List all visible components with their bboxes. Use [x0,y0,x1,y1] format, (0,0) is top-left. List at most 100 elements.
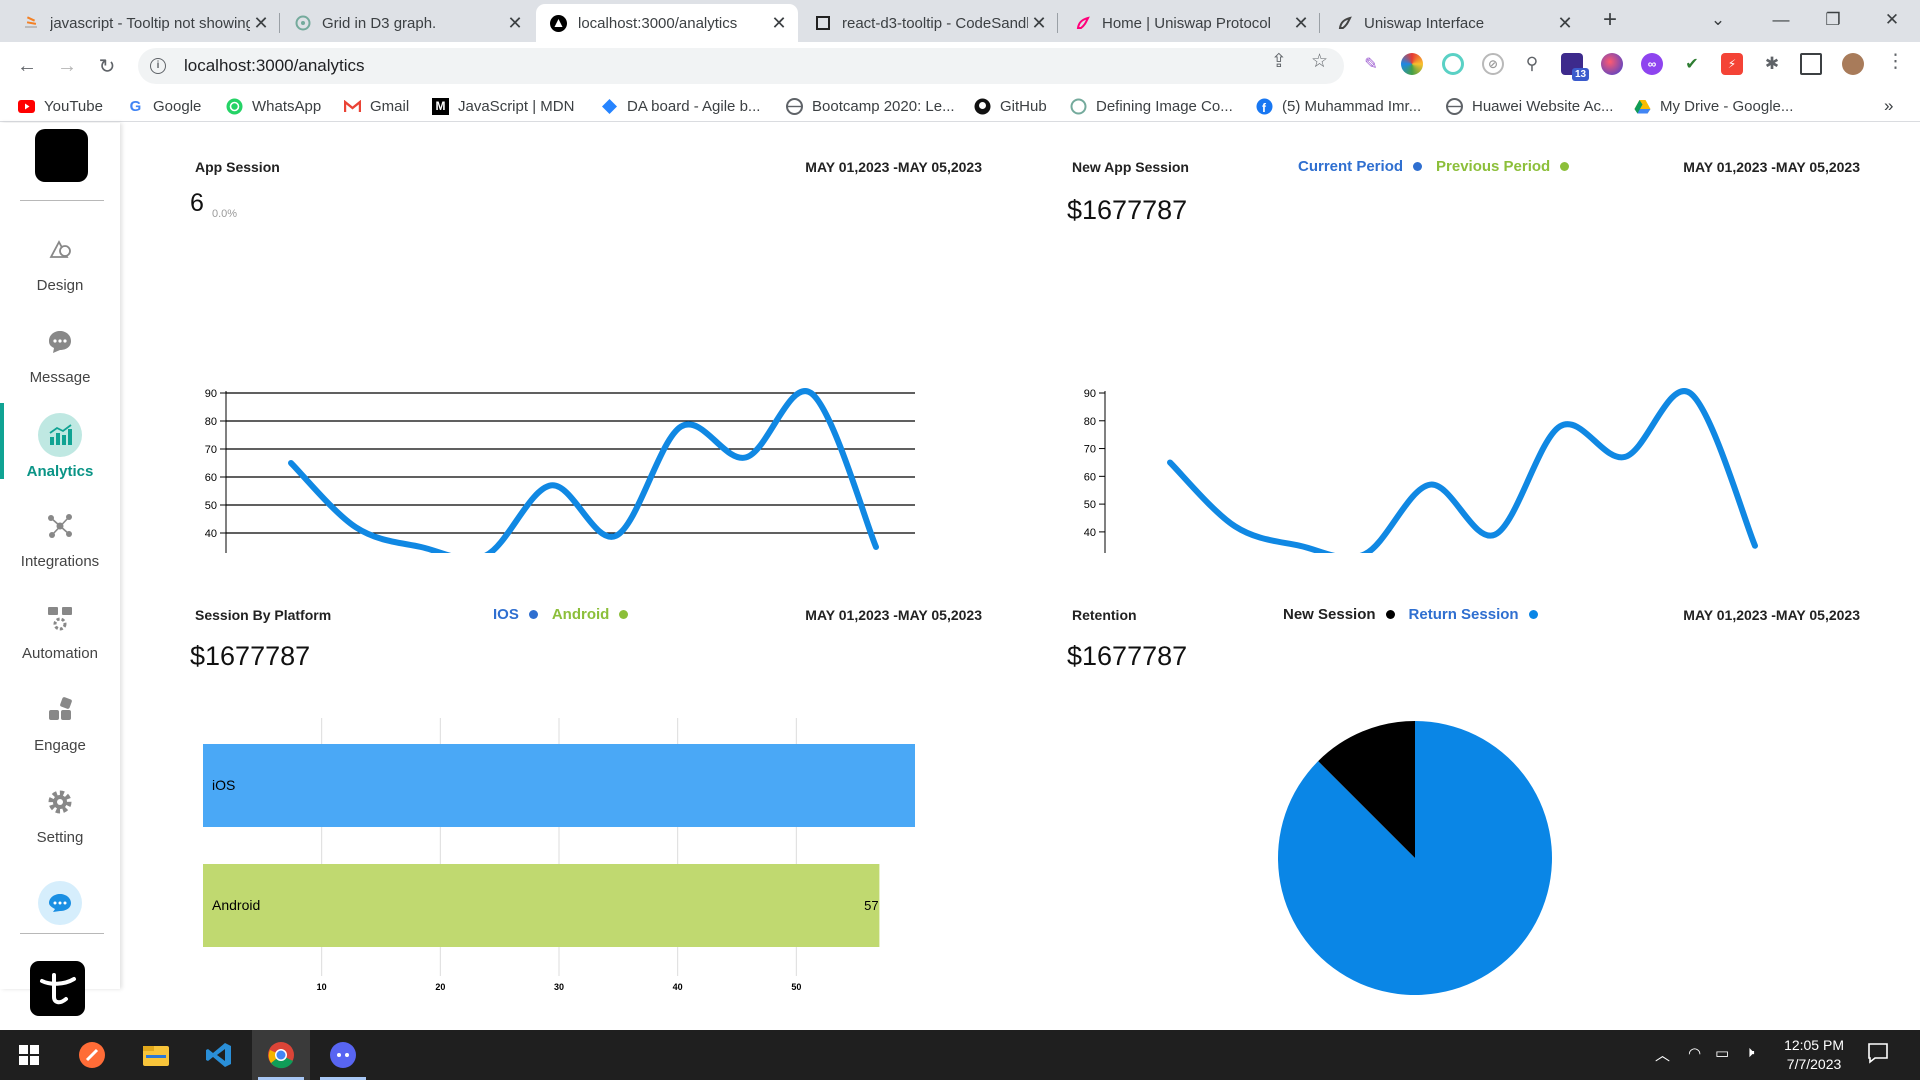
pen-extension-icon[interactable]: ✎ [1360,53,1382,75]
bookmark-youtube[interactable]: YouTube [18,95,103,117]
file-explorer-icon[interactable] [127,1030,185,1080]
bookmarks-bar: YouTube G Google WhatsApp Gmail M JavaScri… [0,90,1920,122]
browser-globe-extension-icon[interactable] [1601,53,1623,75]
tab-title: react-d3-tooltip - CodeSandbox [842,14,1028,32]
address-bar[interactable]: i [138,48,1344,84]
chrome-icon[interactable] [252,1030,310,1080]
tab-uniswap-home[interactable]: Home | Uniswap Protocol ✕ [1060,4,1320,42]
color-picker-extension-icon[interactable] [1401,53,1423,75]
new-tab-button[interactable]: + [1584,0,1636,40]
gear-icon [45,787,75,817]
wifi-icon[interactable]: ◠ [1688,1044,1701,1062]
close-tab-icon[interactable]: ✕ [504,13,526,34]
tab-stackoverflow[interactable]: javascript - Tooltip not showing ✕ [8,4,280,42]
bookmark-star-icon[interactable]: ☆ [1311,50,1328,73]
green-brush-extension-icon[interactable]: ✔ [1681,53,1703,75]
battery-icon[interactable]: ▭ [1715,1044,1729,1062]
bar-ios [203,744,915,827]
site-info-icon[interactable]: i [150,58,166,74]
minimize-button[interactable]: — [1755,0,1807,40]
side-panel-icon[interactable] [1800,53,1822,75]
postman-icon[interactable] [63,1030,121,1080]
series-line [1167,388,1758,553]
bookmark-mdn[interactable]: M JavaScript | MDN [432,95,574,117]
profile-avatar[interactable] [1842,53,1864,75]
close-tab-icon[interactable]: ✕ [1554,13,1576,34]
chat-bubble-button[interactable] [38,881,82,925]
legend-android: Android [551,606,610,623]
more-menu-icon[interactable]: ⋮ [1886,50,1905,73]
back-arrow-icon[interactable]: ← [13,52,41,80]
app-session-title: App Session [195,159,280,175]
clock-date: 7/7/2023 [1786,1056,1842,1072]
compass-extension-icon[interactable]: ⊘ [1482,53,1504,75]
bookmark-github[interactable]: GitHub [974,95,1047,117]
tab-title: Home | Uniswap Protocol [1102,14,1271,32]
tab-title: Grid in D3 graph. [322,14,437,32]
tab-title: Uniswap Interface [1364,14,1485,32]
show-hidden-icons-chevron-icon[interactable]: ︿ [1655,1044,1670,1065]
sidebar-item-engage[interactable]: Engage [0,695,120,775]
sidebar-item-setting[interactable]: Setting [0,787,120,867]
tab-localhost-analytics[interactable]: localhost:3000/analytics ✕ [536,4,798,42]
tab-codesandbox[interactable]: react-d3-tooltip - CodeSandbox ✕ [800,4,1058,42]
legend-current-dot [1413,162,1423,171]
sidebar-item-analytics[interactable]: Analytics [0,413,120,499]
y-tick-label: 40 [1084,527,1096,539]
sidebar-item-design[interactable]: Design [0,235,120,315]
bookmark-huawei[interactable]: Huawei Website Ac... [1446,95,1613,117]
bookmark-defining-image[interactable]: Defining Image Co... [1070,95,1233,117]
forward-arrow-icon[interactable]: → [53,52,81,80]
zap-extension-icon[interactable]: ⚡ [1721,53,1743,75]
x-tick-label: 30 [554,982,564,992]
close-tab-icon[interactable]: ✕ [768,13,790,34]
bookmark-facebook[interactable]: f (5) Muhammad Imr... [1256,95,1421,117]
zoom-search-icon[interactable]: ⚲ [1521,53,1543,75]
close-tab-icon[interactable]: ✕ [1028,13,1050,34]
close-tab-icon[interactable]: ✕ [250,13,272,34]
tab-search-chevron-icon[interactable]: ⌄ [1692,0,1744,40]
reload-icon[interactable]: ↻ [93,52,121,80]
tab-uniswap-interface[interactable]: Uniswap Interface ✕ [1322,4,1584,42]
y-tick-label: 80 [1084,416,1096,428]
messenger-extension-icon[interactable]: ∞ [1641,53,1663,75]
gmail-icon [344,98,361,115]
url-input[interactable] [184,56,1184,76]
tab-chatgpt-grid[interactable]: Grid in D3 graph. ✕ [280,4,534,42]
new-app-session-legend: Current Period Previous Period [1298,158,1583,175]
sidebar-item-automation[interactable]: Automation [0,603,120,683]
vscode-icon[interactable] [190,1030,248,1080]
bookmark-google[interactable]: G Google [127,95,202,117]
volume-muted-icon[interactable]: 🕨 [1745,1044,1754,1061]
bookmarks-overflow-chevron-icon[interactable]: » [1884,95,1893,117]
sidebar-item-label: Message [29,369,91,386]
globe-icon [786,97,803,115]
bookmark-da-board[interactable]: DA board - Agile b... [601,95,760,117]
bookmark-label: Google [153,97,202,115]
bookmark-my-drive[interactable]: My Drive - Google... [1634,95,1793,117]
extensions-puzzle-icon[interactable]: ✱ [1761,53,1783,75]
share-icon[interactable]: ⇪ [1271,50,1287,73]
bar-android [203,864,880,947]
teal-circle-extension-icon[interactable] [1442,53,1464,75]
legend-ios: IOS [493,606,519,623]
close-tab-icon[interactable]: ✕ [1290,13,1312,34]
restore-button[interactable]: ❐ [1807,0,1859,40]
notifications-icon[interactable] [1867,1042,1889,1068]
design-icon [45,235,75,265]
retention-date-range: MAY 01,2023 -MAY 05,2023 [1683,607,1860,623]
bookmark-whatsapp[interactable]: WhatsApp [226,95,321,117]
sidebar-divider [20,933,104,934]
bar-value-label: 57 [864,898,878,913]
brand-logo-icon[interactable] [30,961,85,1016]
discord-icon[interactable] [314,1030,372,1080]
sidebar-item-integrations[interactable]: Integrations [0,511,120,591]
legend-ios-dot [528,610,538,619]
taskbar-clock[interactable]: 12:05 PM 7/7/2023 [1784,1036,1844,1074]
windows-start-icon[interactable] [0,1030,58,1080]
bookmark-bootcamp[interactable]: Bootcamp 2020: Le... [786,95,955,117]
sidebar-item-message[interactable]: Message [0,327,120,407]
close-window-button[interactable]: ✕ [1866,0,1918,40]
bookmark-gmail[interactable]: Gmail [344,95,409,117]
app-logo[interactable] [35,129,88,182]
